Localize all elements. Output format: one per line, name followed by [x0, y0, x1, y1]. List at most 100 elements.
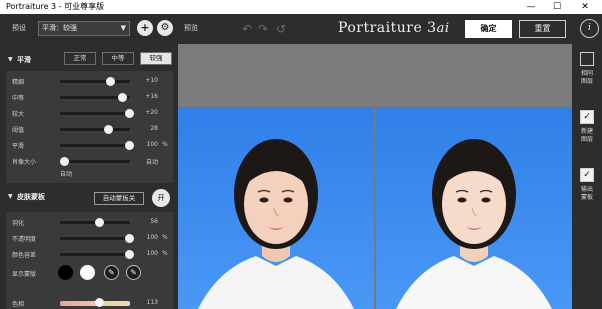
window-title: Portraiture 3 - 可业尊享版 — [6, 2, 105, 11]
redo-icon[interactable]: ↷ — [258, 22, 268, 36]
slider-knob[interactable] — [124, 250, 134, 259]
slider-knob[interactable] — [106, 77, 116, 86]
slider-label: 羽化 — [12, 220, 25, 227]
output-options-rail: 相同图层 ✓ 新建图层 ✓ 输出蒙板 — [572, 44, 602, 309]
slider-track[interactable] — [60, 218, 130, 227]
smoothing-title: 平滑 — [17, 56, 31, 64]
slider-unit: % — [162, 141, 168, 148]
rail-checkbox[interactable] — [580, 52, 594, 66]
slider-knob[interactable] — [59, 157, 69, 166]
slider-knob[interactable] — [117, 93, 127, 102]
info-button[interactable]: i — [580, 19, 599, 38]
slider-value: +20 — [145, 109, 158, 116]
slider-track[interactable] — [60, 125, 130, 134]
maximize-button[interactable]: ☐ — [546, 0, 568, 14]
black-swatch[interactable] — [58, 265, 73, 280]
slider-value: 100 — [146, 250, 158, 257]
skin-mask-sliders: 显示蒙版 ✎ ✎ 色相 113 羽化 56 不透明度 100% 颜色容差 100% — [6, 212, 173, 309]
smoothing-sliders: 精细 +10 中等 +16 较大 +20 阈值 28 平滑 100% 肖像大小 自动 自动 — [6, 71, 173, 183]
slider-knob[interactable] — [124, 109, 134, 118]
mode-strong-button[interactable]: 较强 — [140, 52, 172, 65]
slider-label: 颜色容差 — [12, 252, 37, 259]
slider-label: 肖像大小 — [12, 159, 37, 166]
hue-label: 色相 — [12, 301, 25, 308]
brand-name: Portraiture 3 — [338, 20, 437, 36]
slider-value: 自动 — [145, 159, 158, 166]
slider-track[interactable] — [60, 234, 134, 243]
settings-panel: ▼ 平滑 正常 中等 较强 精细 +10 中等 +16 较大 +20 阈值 28 平滑 100% 肖… — [0, 44, 178, 309]
collapse-triangle-icon: ▼ — [8, 56, 13, 63]
slider-knob[interactable] — [124, 141, 134, 150]
slider-knob[interactable] — [124, 234, 134, 243]
title-bar: Portraiture 3 - 可业尊享版 — ☐ ✕ — [0, 0, 602, 14]
slider-row: 较大 +20 — [6, 108, 173, 118]
slider-row: 中等 +16 — [6, 92, 173, 102]
plus-icon[interactable]: + — [137, 20, 153, 36]
slider-value: +10 — [145, 77, 158, 84]
show-mask-row: 显示蒙版 ✎ ✎ — [6, 264, 173, 282]
preset-dropdown[interactable]: 平滑：较强 ▼ — [38, 21, 130, 36]
slider-label: 精细 — [12, 79, 25, 86]
preset-value: 平滑：较强 — [42, 24, 77, 32]
rail-checkbox[interactable]: ✓ — [580, 110, 594, 124]
hue-track[interactable] — [60, 298, 130, 307]
close-button[interactable]: ✕ — [574, 0, 596, 14]
collapse-triangle-icon: ▼ — [8, 193, 13, 200]
auto-size-hint: 自动 — [60, 171, 73, 178]
auto-mask-button[interactable]: 自动蒙板关 — [94, 192, 144, 205]
preview-label: 预览 — [184, 24, 198, 32]
hue-row: 色相 113 — [6, 298, 173, 308]
slider-value: 100 — [146, 141, 158, 148]
hue-knob[interactable] — [94, 298, 104, 307]
slider-row: 颜色容差 100% — [6, 249, 173, 259]
slider-track[interactable] — [60, 109, 134, 118]
slider-label: 阈值 — [12, 127, 25, 134]
slider-label: 较大 — [12, 111, 25, 118]
before-preview[interactable] — [178, 44, 374, 309]
gear-icon[interactable]: ⚙ — [157, 20, 173, 36]
slider-unit: % — [162, 234, 168, 241]
portrait-after — [396, 139, 552, 309]
mask-on-button[interactable]: 开 — [152, 189, 170, 207]
slider-unit: % — [162, 250, 168, 257]
slider-value: 56 — [150, 218, 158, 225]
slider-value: 100 — [146, 234, 158, 241]
white-swatch[interactable] — [80, 265, 95, 280]
slider-label: 平滑 — [12, 143, 25, 150]
show-mask-label: 显示蒙版 — [12, 271, 37, 278]
slider-knob[interactable] — [103, 125, 113, 134]
slider-row: 精细 +10 — [6, 76, 173, 86]
slider-value: 28 — [150, 125, 158, 132]
toolbar: 预设 平滑：较强 ▼ + ⚙ 预览 ↶ ↷ ↺ Portraiture 3ai … — [0, 14, 602, 44]
slider-row: 肖像大小 自动 — [6, 156, 173, 166]
after-preview[interactable] — [376, 44, 572, 309]
rail-checkbox[interactable]: ✓ — [580, 168, 594, 182]
slider-track[interactable] — [59, 157, 130, 166]
slider-label: 不透明度 — [12, 236, 37, 243]
preset-label: 预设 — [12, 24, 26, 32]
mode-normal-button[interactable]: 正常 — [64, 52, 96, 65]
slider-track[interactable] — [60, 77, 130, 86]
brand-suffix: ai — [436, 21, 450, 36]
reset-button[interactable]: 重置 — [519, 20, 566, 38]
preview-area — [178, 44, 572, 309]
rail-label: 新建图层 — [580, 128, 593, 143]
reset-view-icon[interactable]: ↺ — [276, 22, 286, 36]
slider-row: 阈值 28 — [6, 124, 173, 134]
portraiture-window: Portraiture 3 - 可业尊享版 — ☐ ✕ 预设 平滑：较强 ▼ +… — [0, 0, 602, 309]
slider-value: +16 — [145, 93, 158, 100]
mode-medium-button[interactable]: 中等 — [102, 52, 134, 65]
slider-row: 不透明度 100% — [6, 233, 173, 243]
ok-button[interactable]: 确定 — [465, 20, 512, 38]
slider-track[interactable] — [60, 93, 130, 102]
slider-knob[interactable] — [94, 218, 104, 227]
portrait-before — [198, 139, 354, 309]
eyedropper-icon[interactable]: ✎ — [104, 265, 119, 280]
minimize-button[interactable]: — — [520, 0, 542, 14]
slider-track[interactable] — [60, 141, 134, 150]
slider-track[interactable] — [60, 250, 134, 259]
skin-mask-title: 皮肤蒙板 — [17, 193, 45, 201]
eyedropper-plus-icon[interactable]: ✎ — [126, 265, 141, 280]
undo-icon[interactable]: ↶ — [242, 22, 252, 36]
slider-row: 羽化 56 — [6, 217, 173, 227]
